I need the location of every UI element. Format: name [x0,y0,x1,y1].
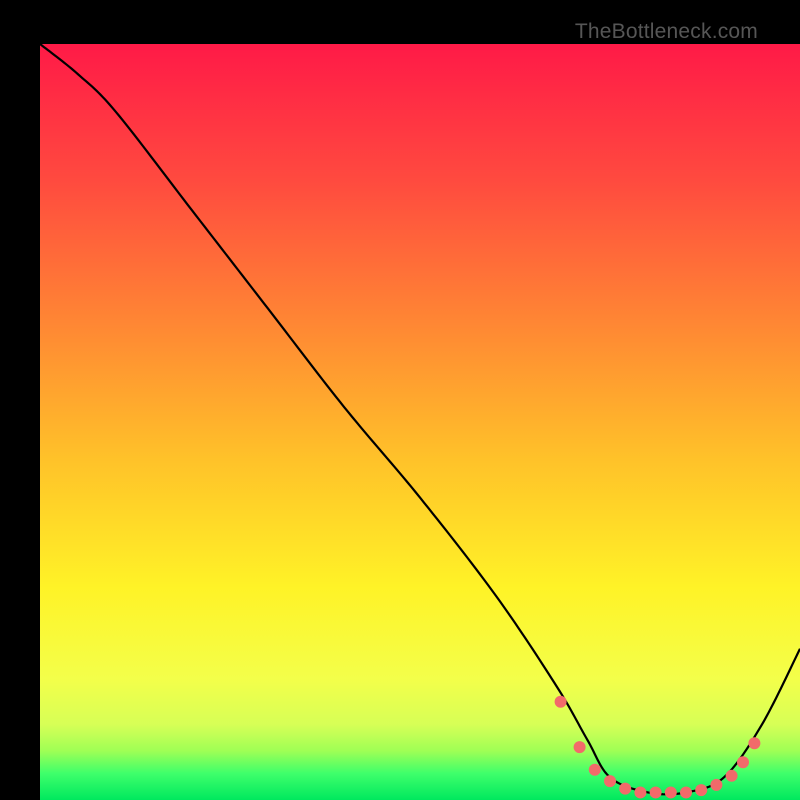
marker-dot [737,756,749,768]
gradient-background [40,44,800,800]
marker-dot [710,779,722,791]
marker-dot [574,741,586,753]
attribution-label: TheBottleneck.com [575,20,758,44]
marker-dot [748,737,760,749]
marker-dot [619,783,631,795]
marker-dot [665,786,677,798]
marker-dot [634,786,646,798]
marker-dot [680,786,692,798]
marker-dot [726,770,738,782]
marker-dot [555,696,567,708]
marker-dot [695,784,707,796]
marker-dot [604,775,616,787]
marker-dot [589,764,601,776]
chart-frame: TheBottleneck.com [20,20,780,780]
marker-dot [650,786,662,798]
bottleneck-chart [40,44,800,800]
